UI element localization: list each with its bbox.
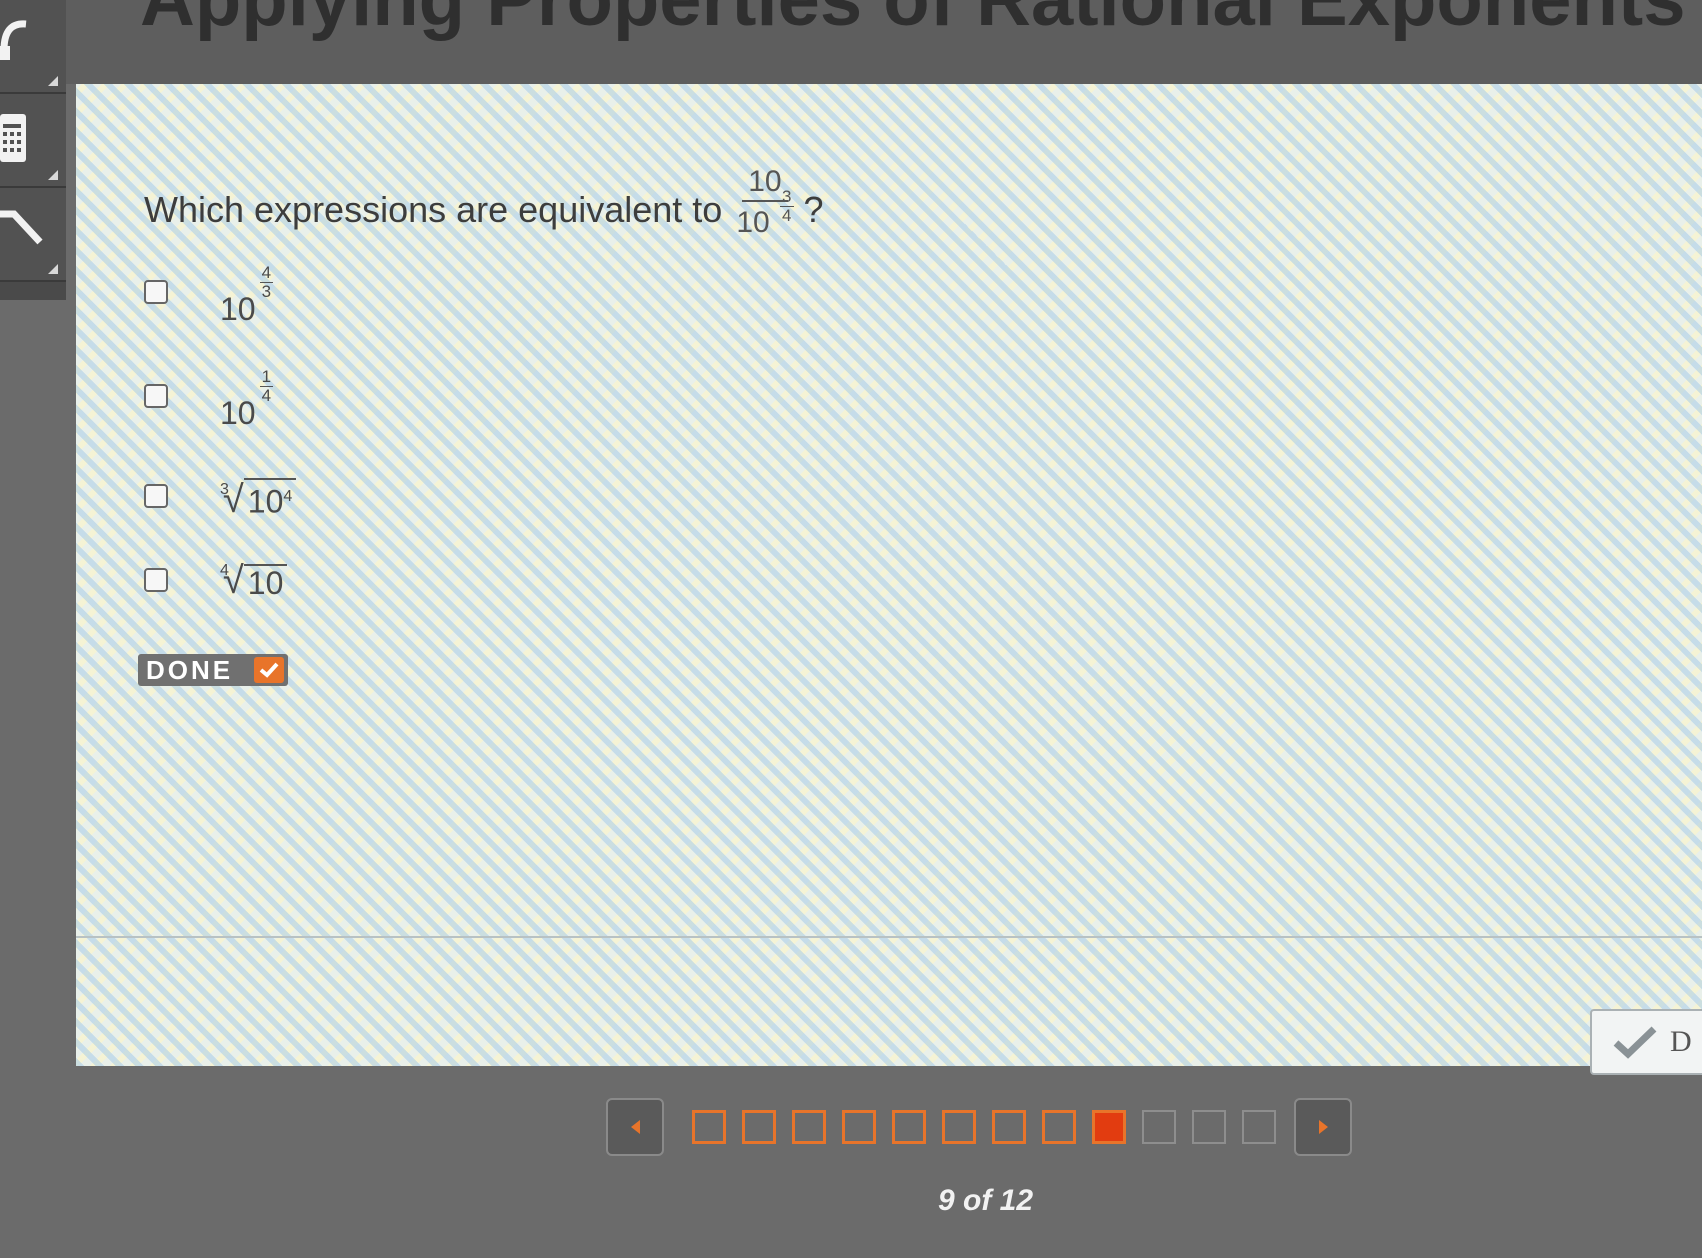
question-dot[interactable]: [942, 1110, 976, 1144]
title-bar: Applying Properties of Rational Exponent…: [0, 0, 1702, 84]
radical-expression: 4 √ 10: [220, 562, 288, 600]
option-expression: 10 1 4: [220, 368, 274, 432]
page-title: Applying Properties of Rational Exponent…: [140, 0, 1686, 43]
headphones-icon: [0, 20, 27, 60]
question-dot[interactable]: [992, 1110, 1026, 1144]
exponent-numerator: 4: [259, 263, 274, 283]
option-expression: 4 √ 10: [220, 562, 288, 603]
option-expression: 3 √ 104: [220, 478, 297, 522]
expand-corner-icon: [48, 170, 58, 180]
calculator-tool[interactable]: [0, 94, 66, 188]
denominator-exponent: 3 4: [780, 187, 794, 225]
done-button-label: DONE: [146, 654, 234, 685]
chevron-left-icon: [630, 1120, 640, 1134]
next-button[interactable]: [1294, 1098, 1352, 1156]
pointer-tool[interactable]: [0, 188, 66, 282]
question-dot[interactable]: [1042, 1110, 1076, 1144]
question-dot[interactable]: [792, 1110, 826, 1144]
option-checkbox[interactable]: [144, 280, 168, 304]
submit-button[interactable]: D: [1590, 1009, 1702, 1075]
expand-corner-icon: [48, 264, 58, 274]
question-fraction: 10 10 3 4: [736, 164, 794, 255]
radicand: 10: [243, 564, 288, 600]
panel-divider: [76, 936, 1702, 938]
headphones-tool[interactable]: [0, 0, 66, 94]
fraction-denominator: 10 3 4: [736, 188, 794, 255]
chevron-right-icon: [1318, 1120, 1328, 1134]
checkmark-icon: [1613, 1026, 1657, 1059]
power-base: 10: [220, 291, 256, 327]
radical-expression: 3 √ 104: [220, 478, 297, 520]
question-dot-current[interactable]: [1092, 1110, 1126, 1144]
radical-index: 4: [220, 562, 229, 579]
question-dot[interactable]: [1192, 1110, 1226, 1144]
question-dot[interactable]: [1242, 1110, 1276, 1144]
denominator-base: 10: [736, 206, 770, 239]
question-mark: ?: [803, 188, 824, 230]
question-dot[interactable]: [692, 1110, 726, 1144]
option-checkbox[interactable]: [144, 384, 168, 408]
exponent-numerator: 1: [259, 367, 274, 387]
option-expression: 10 4 3: [220, 264, 274, 328]
calculator-icon: [0, 114, 26, 162]
left-toolbar: [0, 0, 66, 300]
exponent-denominator: 4: [261, 386, 272, 405]
question-dot[interactable]: [742, 1110, 776, 1144]
submit-button-label: D: [1670, 1025, 1692, 1058]
question-prompt: Which expressions are equivalent to 10 1…: [144, 164, 824, 255]
power-exponent: 1 4: [259, 367, 274, 405]
arrow-pointer-icon: [0, 210, 43, 245]
power-expression: 10 4 3: [220, 264, 274, 327]
question-panel: Which expressions are equivalent to 10 1…: [76, 84, 1702, 1075]
power-base: 10: [220, 395, 256, 431]
question-text: Which expressions are equivalent to: [144, 188, 723, 230]
radical-index: 3: [220, 480, 229, 498]
exponent-numerator: 3: [780, 187, 794, 207]
checkmark-icon: [254, 657, 284, 683]
question-dot[interactable]: [892, 1110, 926, 1144]
page-status: 9 of 12: [938, 1184, 1034, 1217]
radicand: 104: [243, 478, 297, 520]
previous-button[interactable]: [606, 1098, 664, 1156]
question-dot[interactable]: [842, 1110, 876, 1144]
radicand-exponent: 4: [283, 488, 293, 505]
progress-dots: [692, 1110, 1276, 1144]
expand-corner-icon: [48, 76, 58, 86]
question-pager: [606, 1098, 1352, 1156]
exponent-denominator: 4: [782, 206, 792, 225]
option-checkbox[interactable]: [144, 568, 168, 592]
done-button[interactable]: DONE: [138, 654, 288, 686]
power-expression: 10 1 4: [220, 368, 274, 431]
power-exponent: 4 3: [259, 263, 274, 301]
exponent-denominator: 3: [261, 282, 272, 301]
question-dot[interactable]: [1142, 1110, 1176, 1144]
radicand-base: 10: [247, 483, 284, 520]
option-checkbox[interactable]: [144, 484, 168, 508]
